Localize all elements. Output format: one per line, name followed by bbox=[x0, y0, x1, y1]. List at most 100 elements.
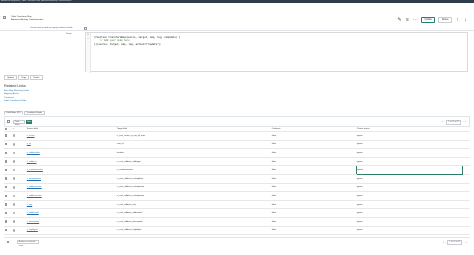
up-arrow-icon[interactable]: ↑ bbox=[455, 17, 460, 23]
source-field-cell[interactable]: u_addressline bbox=[26, 148, 116, 158]
choice-action-cell[interactable]: ignore bbox=[356, 131, 462, 141]
coalesce-cell: false bbox=[271, 217, 356, 227]
table-row[interactable]: u_activitystatus u_cust_address_activityd… bbox=[4, 174, 470, 184]
choice-action-cell[interactable]: ignore bbox=[356, 208, 462, 218]
source-field-cell[interactable]: u_addressname bbox=[26, 183, 116, 193]
choice-action-cell[interactable]: ignore bbox=[356, 226, 462, 236]
source-field-cell[interactable]: u_highlights bbox=[26, 226, 116, 236]
preview-icon[interactable] bbox=[12, 168, 16, 172]
actions-select[interactable]: Actions on selected rows... bbox=[17, 240, 39, 247]
table-row[interactable]: u_active u_cust_active_or_not_ok_now false… bbox=[4, 131, 470, 141]
preview-icon[interactable] bbox=[12, 185, 16, 189]
row-checkbox[interactable] bbox=[4, 194, 8, 197]
next-page-icon[interactable]: › bbox=[464, 242, 465, 244]
target-field-cell: location bbox=[116, 148, 271, 158]
table-row[interactable]: u_highlights u_cust_address_highlights fal… bbox=[4, 226, 470, 236]
preview-icon[interactable] bbox=[12, 177, 16, 180]
row-checkbox[interactable] bbox=[4, 134, 8, 137]
prev-page-icon[interactable]: ‹ bbox=[445, 242, 446, 244]
choice-action-cell[interactable]: ignore bbox=[356, 148, 462, 158]
list-menu-icon[interactable] bbox=[7, 120, 10, 123]
preview-icon[interactable] bbox=[12, 134, 16, 137]
row-checkbox[interactable] bbox=[4, 143, 8, 146]
choice-action-cell[interactable]: ignore bbox=[356, 157, 462, 167]
source-field-cell[interactable]: u_activitystatus bbox=[26, 174, 116, 184]
source-field-cell[interactable]: u_customername bbox=[26, 165, 116, 175]
row-checkbox[interactable] bbox=[4, 151, 8, 154]
table-row[interactable]: u_addressname u_cust_address_activityname… bbox=[4, 191, 470, 201]
table-row[interactable]: u_id cust_id false ignore bbox=[4, 140, 470, 150]
first-page-icon[interactable]: « bbox=[443, 242, 444, 244]
table-row[interactable]: u_address u_cust_address_addrtype false ign… bbox=[4, 157, 470, 167]
delete-button[interactable]: Delete bbox=[438, 17, 452, 23]
table-row[interactable]: u_customername u_customername false ignore bbox=[4, 165, 470, 175]
source-field-cell[interactable]: u_city bbox=[26, 200, 116, 210]
choice-action-cell[interactable]: ignore bbox=[356, 217, 462, 227]
form-buttons: Update Copy Delete bbox=[4, 75, 43, 80]
row-end-cell bbox=[462, 157, 470, 167]
choice-action-cell[interactable]: ignore bbox=[356, 200, 462, 210]
script-code[interactable]: (function transformRow(source, target, m… bbox=[94, 36, 180, 46]
table-row[interactable]: u_addressname u_cust_address_activityname… bbox=[4, 183, 470, 193]
row-checkbox[interactable] bbox=[4, 203, 8, 206]
first-page-icon[interactable]: « bbox=[442, 121, 443, 123]
table-row[interactable]: u_addressurl u_cust_address_addressurl fal… bbox=[4, 208, 470, 218]
form-copy-button[interactable]: Copy bbox=[18, 75, 30, 80]
preview-icon[interactable] bbox=[12, 142, 16, 146]
choice-action-cell[interactable]: ignore bbox=[356, 183, 462, 193]
footer-select-checkbox[interactable] bbox=[7, 240, 10, 244]
empty-coalesce-checkbox[interactable] bbox=[84, 27, 87, 30]
source-field-cell[interactable]: u_addressurl bbox=[26, 208, 116, 218]
preview-icon[interactable] bbox=[12, 203, 16, 206]
row-checkbox[interactable] bbox=[4, 220, 8, 223]
tab-transform-scripts[interactable]: Transform Scripts bbox=[23, 111, 45, 115]
row-checkbox[interactable] bbox=[4, 228, 8, 232]
search-icon[interactable]: ⌕ bbox=[86, 41, 90, 45]
new-button[interactable]: New bbox=[26, 119, 32, 124]
form-update-button[interactable]: Update bbox=[4, 75, 18, 80]
row-checkbox[interactable] bbox=[4, 211, 8, 215]
preview-icon[interactable] bbox=[12, 151, 16, 155]
row-checkbox-cell bbox=[4, 174, 12, 184]
last-page-icon[interactable]: » bbox=[466, 242, 467, 244]
row-checkbox[interactable] bbox=[4, 160, 8, 163]
related-link[interactable]: Index Transform Fields bbox=[4, 100, 29, 103]
table-row[interactable]: u_city u_cust_address_city false ignore bbox=[4, 200, 470, 210]
column-search-icon[interactable]: ⌕ bbox=[13, 128, 14, 130]
prev-page-icon[interactable]: ‹ bbox=[444, 121, 445, 123]
source-field-cell[interactable]: u_addressname bbox=[26, 191, 116, 201]
down-arrow-icon[interactable]: ↓ bbox=[463, 17, 468, 23]
preview-icon[interactable] bbox=[12, 194, 16, 198]
preview-icon[interactable] bbox=[12, 220, 16, 223]
settings-icon[interactable]: ≡ bbox=[405, 17, 410, 23]
row-checkbox-cell bbox=[4, 183, 12, 193]
next-page-icon[interactable]: › bbox=[463, 121, 464, 123]
source-field-cell[interactable]: u_active bbox=[26, 131, 116, 141]
row-checkbox[interactable] bbox=[4, 185, 8, 189]
row-checkbox[interactable] bbox=[4, 177, 8, 180]
source-field-cell[interactable]: u_description bbox=[26, 217, 116, 227]
select-all-checkbox[interactable] bbox=[4, 127, 8, 131]
choice-action-cell[interactable]: ignore bbox=[356, 140, 462, 150]
preview-icon[interactable] bbox=[12, 228, 16, 232]
coalesce-cell: false bbox=[271, 174, 356, 184]
update-button[interactable]: Update bbox=[420, 17, 436, 23]
tab-field-maps[interactable]: Field Maps (22) bbox=[4, 111, 23, 115]
last-page-icon[interactable]: » bbox=[465, 121, 466, 123]
source-field-cell[interactable]: u_id bbox=[26, 140, 116, 150]
source-field-cell[interactable]: u_address bbox=[26, 157, 116, 167]
preview-icon[interactable] bbox=[12, 160, 16, 163]
choice-action-cell[interactable]: ignore bbox=[355, 165, 463, 175]
script-editor[interactable]: ⊞ // ⌕ (function transformRow(source, ta… bbox=[85, 32, 468, 73]
more-options-icon[interactable]: ⋯ bbox=[413, 17, 418, 23]
choice-action-cell[interactable]: ignore bbox=[356, 191, 462, 201]
table-row[interactable]: u_description u_cust_address_description f… bbox=[4, 217, 470, 227]
row-checkbox[interactable] bbox=[4, 168, 8, 172]
attachment-icon[interactable]: ✎ bbox=[397, 17, 402, 23]
back-button[interactable] bbox=[3, 16, 6, 19]
preview-icon[interactable] bbox=[12, 211, 16, 215]
table-row[interactable]: u_addressline location false ignore bbox=[4, 148, 470, 158]
choice-action-cell[interactable]: ignore bbox=[356, 174, 462, 184]
list-search-field[interactable]: Field Maps bbox=[13, 119, 25, 126]
form-delete-button[interactable]: Delete bbox=[30, 75, 43, 80]
